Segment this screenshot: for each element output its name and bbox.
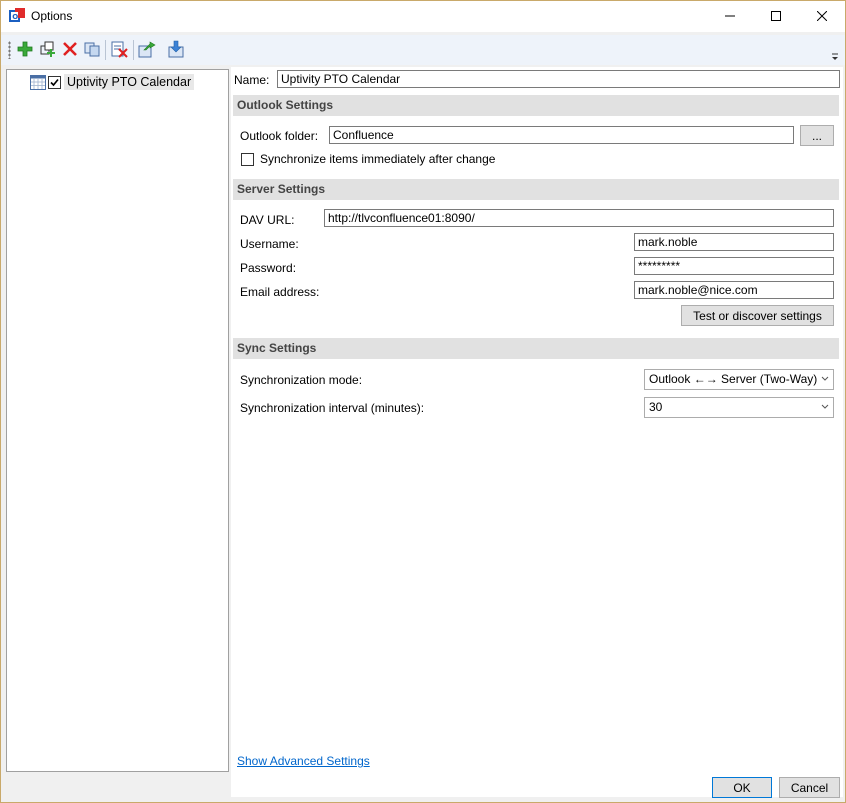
toolbar — [1, 35, 845, 65]
close-icon — [817, 11, 827, 21]
minimize-button[interactable] — [707, 1, 753, 31]
outlook-settings-header: Outlook Settings — [233, 95, 839, 116]
sync-interval-label: Synchronization interval (minutes): — [240, 401, 425, 415]
title-bar: O Options — [1, 1, 845, 32]
sync-mode-label: Synchronization mode: — [240, 373, 363, 387]
username-field[interactable]: mark.noble — [634, 233, 834, 251]
profile-settings-panel: Name: Uptivity PTO Calendar Outlook Sett… — [231, 67, 843, 797]
chevron-down-icon — [821, 404, 829, 409]
profile-tree[interactable]: Uptivity PTO Calendar — [6, 69, 229, 772]
server-settings-header: Server Settings — [233, 179, 839, 200]
email-address-field[interactable]: mark.noble@nice.com — [634, 281, 834, 299]
app-icon: O — [9, 8, 25, 22]
browse-folder-button[interactable]: ... — [800, 125, 834, 146]
close-button[interactable] — [799, 1, 845, 31]
sync-immediately-checkbox[interactable] — [241, 153, 254, 166]
outlook-folder-label: Outlook folder: — [240, 129, 319, 143]
dav-url-field[interactable]: http://tlvconfluence01:8090/ — [324, 209, 834, 227]
password-label: Password: — [240, 261, 297, 275]
clear-cache-icon[interactable] — [110, 40, 128, 58]
svg-text:O: O — [12, 13, 18, 21]
cancel-button[interactable]: Cancel — [779, 777, 840, 798]
toolbar-overflow-icon[interactable] — [831, 53, 839, 61]
sync-interval-value: 30 — [649, 400, 663, 414]
options-window: O Options Uptivity PTO Calendar Name: Up… — [0, 0, 846, 803]
minimize-icon — [725, 15, 735, 17]
profile-enabled-checkbox[interactable] — [48, 75, 61, 89]
toolbar-grip[interactable] — [8, 41, 11, 59]
checkmark-icon — [50, 78, 59, 86]
sync-interval-dropdown[interactable]: 30 — [644, 397, 834, 418]
maximize-icon — [771, 11, 781, 21]
toolbar-separator — [105, 40, 106, 60]
toolbar-separator — [133, 40, 134, 60]
sync-settings-header: Sync Settings — [233, 338, 839, 359]
test-discover-settings-button[interactable]: Test or discover settings — [681, 305, 834, 326]
window-title: Options — [31, 9, 73, 23]
email-address-label: Email address: — [240, 285, 320, 299]
export-icon[interactable] — [138, 40, 156, 58]
name-label: Name: — [234, 73, 270, 87]
add-multiple-icon[interactable] — [39, 40, 57, 58]
show-advanced-settings-link[interactable]: Show Advanced Settings — [237, 754, 370, 768]
maximize-button[interactable] — [753, 1, 799, 31]
sync-mode-dropdown[interactable]: Outlook ←→ Server (Two-Way) — [644, 369, 834, 390]
delete-icon[interactable] — [61, 40, 79, 58]
copy-icon[interactable] — [83, 40, 101, 58]
tree-node-profile[interactable]: Uptivity PTO Calendar — [30, 73, 195, 91]
ok-button[interactable]: OK — [712, 777, 772, 798]
sync-mode-value: Outlook ←→ Server (Two-Way) — [649, 372, 818, 386]
password-field[interactable]: ********* — [634, 257, 834, 275]
profile-name-label: Uptivity PTO Calendar — [64, 74, 195, 90]
add-icon[interactable] — [16, 40, 34, 58]
dav-url-label: DAV URL: — [240, 213, 295, 227]
chevron-down-icon — [821, 376, 829, 381]
calendar-icon — [30, 75, 46, 90]
username-label: Username: — [240, 237, 299, 251]
sync-immediately-label: Synchronize items immediately after chan… — [260, 152, 496, 166]
import-icon[interactable] — [167, 40, 185, 58]
outlook-folder-field[interactable]: Confluence — [329, 126, 794, 144]
name-field[interactable]: Uptivity PTO Calendar — [277, 70, 840, 88]
